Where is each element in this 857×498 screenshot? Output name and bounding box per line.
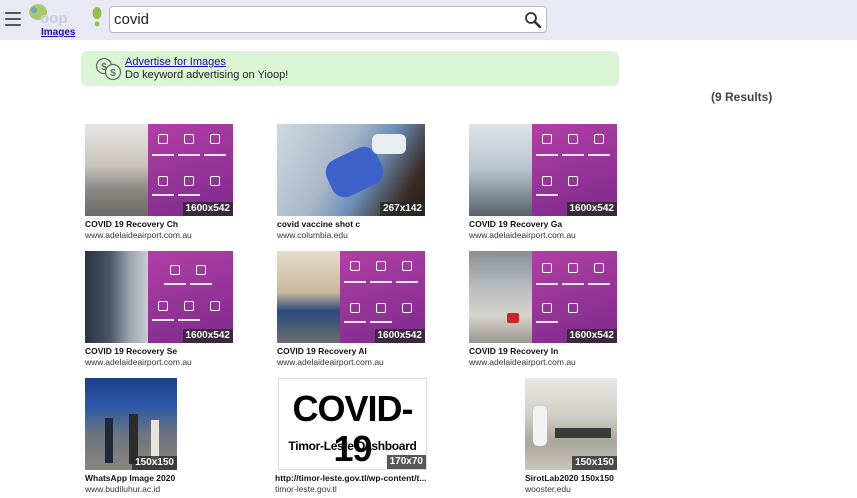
image-size-badge: 267x142: [380, 202, 425, 216]
result-domain: timor-leste.gov.tl: [275, 484, 337, 494]
page: oop Images $ $ Advertise for Images Do k…: [0, 0, 857, 498]
search-input[interactable]: [114, 9, 514, 30]
result-title[interactable]: WhatsApp Image 2020: [85, 473, 175, 483]
result-title[interactable]: COVID 19 Recovery Al: [277, 346, 367, 356]
results-count: (9 Results): [711, 90, 773, 104]
top-bar: oop Images: [0, 0, 857, 40]
svg-text:$: $: [110, 68, 116, 79]
result-domain: wooster.edu: [525, 484, 571, 494]
dollar-coins-icon: $ $: [95, 57, 121, 81]
image-size-badge: 150x150: [132, 456, 177, 470]
ad-text: Do keyword advertising on Yioop!: [125, 69, 289, 81]
result-thumbnail[interactable]: 1600x542: [469, 251, 617, 343]
result-domain: www.adelaideairport.com.au: [85, 357, 192, 367]
image-size-badge: 1600x542: [566, 329, 617, 343]
result-title[interactable]: covid vaccine shot c: [277, 219, 360, 229]
images-link[interactable]: Images: [41, 27, 75, 38]
image-size-badge: 170x70: [386, 455, 426, 469]
result-title[interactable]: COVID 19 Recovery Se: [85, 346, 177, 356]
result-thumbnail[interactable]: 1600x542: [85, 251, 233, 343]
result-domain: www.columbia.edu: [277, 230, 348, 240]
yioop-logo-graphic: oop: [29, 4, 102, 27]
result-thumbnail[interactable]: COVID-19 Timor-Leste Dashboard 170x70: [278, 378, 427, 470]
yioop-logo[interactable]: oop Images: [28, 3, 104, 39]
result-domain: www.adelaideairport.com.au: [85, 230, 192, 240]
image-subheading-text: Timor-Leste Dashboard: [288, 439, 417, 453]
advertise-link[interactable]: Advertise for Images: [125, 56, 226, 68]
search-box: [109, 6, 547, 33]
search-icon[interactable]: [524, 11, 542, 29]
hamburger-menu-icon[interactable]: [5, 12, 21, 26]
ad-banner: $ $ Advertise for Images Do keyword adve…: [81, 51, 619, 86]
image-size-badge: 1600x542: [374, 329, 425, 343]
result-title[interactable]: http://timor-leste.gov.tl/wp-content/t..…: [275, 473, 426, 483]
image-size-badge: 1600x542: [182, 202, 233, 216]
result-thumbnail[interactable]: 1600x542: [277, 251, 425, 343]
result-title[interactable]: COVID 19 Recovery Ga: [469, 219, 562, 229]
svg-text:oop: oop: [40, 10, 68, 27]
result-domain: www.adelaideairport.com.au: [469, 357, 576, 367]
image-size-badge: 1600x542: [566, 202, 617, 216]
result-title[interactable]: SirotLab2020 150x150: [525, 473, 614, 483]
image-size-badge: 1600x542: [182, 329, 233, 343]
result-thumbnail[interactable]: 267x142: [277, 124, 425, 216]
result-thumbnail[interactable]: 150x150: [85, 378, 177, 470]
result-thumbnail[interactable]: 1600x542: [85, 124, 233, 216]
result-title[interactable]: COVID 19 Recovery Ch: [85, 219, 178, 229]
result-title[interactable]: COVID 19 Recovery In: [469, 346, 558, 356]
result-domain: www.adelaideairport.com.au: [469, 230, 576, 240]
result-domain: www.adelaideairport.com.au: [277, 357, 384, 367]
result-thumbnail[interactable]: 1600x542: [469, 124, 617, 216]
result-thumbnail[interactable]: 150x150: [525, 378, 617, 470]
image-size-badge: 150x150: [572, 456, 617, 470]
result-domain: www.budiluhur.ac.id: [85, 484, 161, 494]
